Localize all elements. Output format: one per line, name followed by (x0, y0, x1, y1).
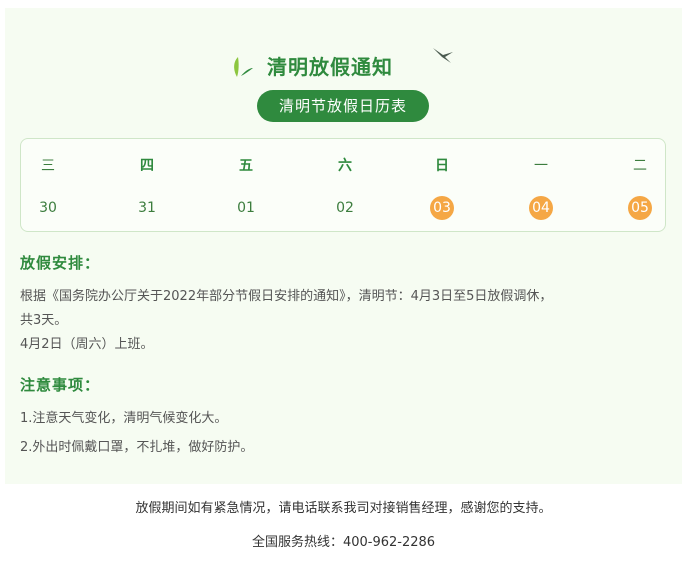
holiday-date-cell: 04 (521, 195, 561, 221)
holiday-date-cell: 03 (422, 195, 462, 221)
weekday-cell: 一 (534, 158, 548, 174)
notes-heading: 注意事项： (20, 376, 101, 394)
note-item-1: 1.注意天气变化，清明气候变化大。 (20, 411, 228, 426)
weekday-row: 三 四 五 六 日 一 二 (21, 153, 665, 179)
holiday-date-label: 04 (529, 196, 553, 220)
weekday-cell: 六 (338, 158, 352, 174)
arrangement-line-3: 4月2日（周六）上班。 (20, 337, 154, 352)
leaf-icon (234, 57, 253, 77)
arrangement-line-1: 根据《国务院办公厅关于2022年部分节假日安排的通知》，清明节：4月3日至5日放… (20, 289, 553, 304)
emergency-note: 放假期间如有紧急情况，请电话联系我司对接销售经理，感谢您的支持。 (135, 501, 552, 516)
notice-card: 清明放假通知 清明节放假日历表 三 四 五 六 日 一 二 30 31 01 0… (5, 8, 682, 484)
date-row: 30 31 01 02 03 04 05 (21, 195, 665, 221)
weekday-cell: 二 (633, 158, 647, 174)
weekday-cell: 三 (41, 158, 55, 174)
date-cell: 02 (325, 195, 365, 221)
weekday-cell: 四 (140, 158, 154, 174)
date-cell: 31 (127, 195, 167, 221)
service-hotline: 全国服务热线：400-962-2286 (251, 535, 436, 550)
weekday-cell: 日 (435, 158, 449, 174)
date-label: 02 (336, 200, 354, 216)
date-cell: 01 (226, 195, 266, 221)
arrangement-heading: 放假安排： (20, 254, 101, 272)
swallow-icon (433, 48, 453, 63)
date-label: 30 (39, 200, 57, 216)
title-row: 清明放假通知 (5, 48, 682, 82)
holiday-calendar: 三 四 五 六 日 一 二 30 31 01 02 03 04 05 (20, 138, 666, 232)
date-label: 31 (138, 200, 156, 216)
weekday-cell: 五 (239, 158, 253, 174)
calendar-title-badge: 清明节放假日历表 (257, 90, 429, 122)
holiday-date-cell: 05 (620, 195, 660, 221)
date-cell: 30 (28, 195, 68, 221)
page-title: 清明放假通知 (267, 55, 393, 79)
arrangement-line-2: 共3天。 (20, 313, 68, 328)
holiday-date-label: 05 (628, 196, 652, 220)
date-label: 01 (237, 200, 255, 216)
holiday-date-label: 03 (430, 196, 454, 220)
note-item-2: 2.外出时佩戴口罩，不扎堆，做好防护。 (20, 440, 254, 455)
